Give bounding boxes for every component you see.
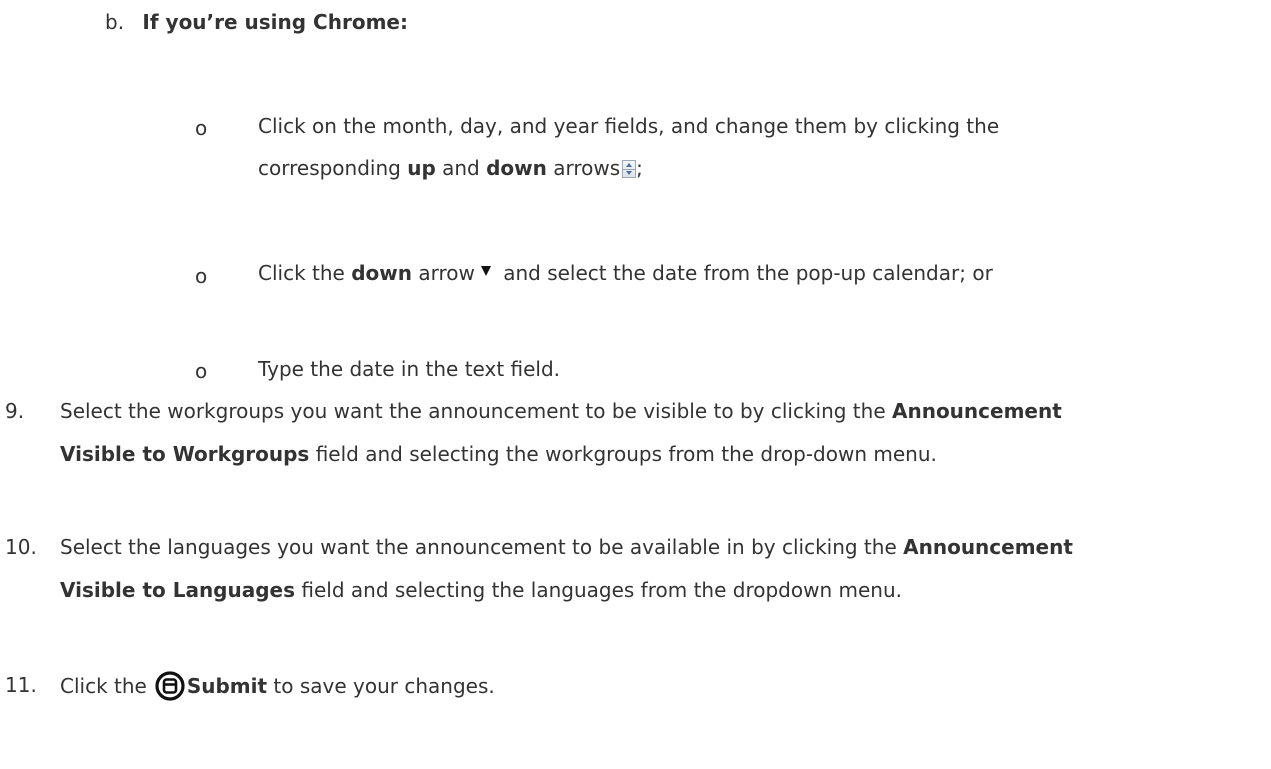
bullet-text: Type the date in the text field. — [258, 357, 561, 381]
step-number: 11. — [5, 673, 37, 697]
bullet-text: arrow — [411, 261, 475, 285]
step-number: 9. — [5, 399, 25, 423]
step-text: Select the workgroups you want the annou… — [60, 399, 892, 423]
bullet-text: and — [435, 156, 487, 180]
bullet-text: and select the date from the pop-up cale… — [496, 261, 993, 285]
step-11-line: Click the Submit to save your changes. — [60, 671, 495, 708]
bullet-1-line-2: corresponding up and down arrows; — [258, 154, 643, 182]
step-9-line-2: Visible to Workgroups field and selectin… — [60, 440, 937, 468]
spin-arrows-icon — [622, 160, 637, 178]
bullet-marker: o — [195, 116, 208, 140]
submit-label: Submit — [186, 674, 268, 698]
step-10-line-1: Select the languages you want the announ… — [60, 533, 1073, 561]
sub-heading: If you’re using Chrome: — [142, 10, 408, 34]
step-text: Click the — [60, 674, 147, 698]
field-name: Visible to Workgroups — [60, 442, 310, 466]
bullet-1-line-1: Click on the month, day, and year fields… — [258, 112, 999, 140]
step-9-line-1: Select the workgroups you want the annou… — [60, 397, 1062, 425]
bullet-marker: o — [195, 264, 208, 288]
field-name: Visible to Languages — [60, 578, 296, 602]
bullet-2-line: Click the down arrow and select the date… — [258, 259, 993, 287]
bullet-text: arrows — [546, 156, 621, 180]
down-label: down — [351, 261, 412, 285]
step-10-line-2: Visible to Languages field and selecting… — [60, 576, 902, 604]
save-circle-icon — [155, 671, 185, 708]
bullet-text: corresponding — [258, 156, 408, 180]
bullet-3-line: Type the date in the text field. — [258, 355, 560, 383]
up-label: up — [407, 156, 436, 180]
step-number: 10. — [5, 535, 37, 559]
bullet-text: Click the — [258, 261, 352, 285]
field-name: Announcement — [903, 535, 1073, 559]
bullet-text: ; — [636, 156, 643, 180]
sub-item-b: b. If you’re using Chrome: — [105, 8, 408, 36]
triangle-down-icon — [480, 266, 491, 276]
step-text: to save your changes. — [267, 674, 495, 698]
list-marker: b. — [105, 10, 125, 34]
step-text: field and selecting the workgroups from … — [309, 442, 937, 466]
step-text: field and selecting the languages from t… — [295, 578, 902, 602]
step-text: Select the languages you want the announ… — [60, 535, 904, 559]
down-label: down — [486, 156, 547, 180]
field-name: Announcement — [891, 399, 1062, 423]
bullet-text: Click on the month, day, and year fields… — [258, 114, 1000, 138]
bullet-marker: o — [195, 359, 208, 383]
